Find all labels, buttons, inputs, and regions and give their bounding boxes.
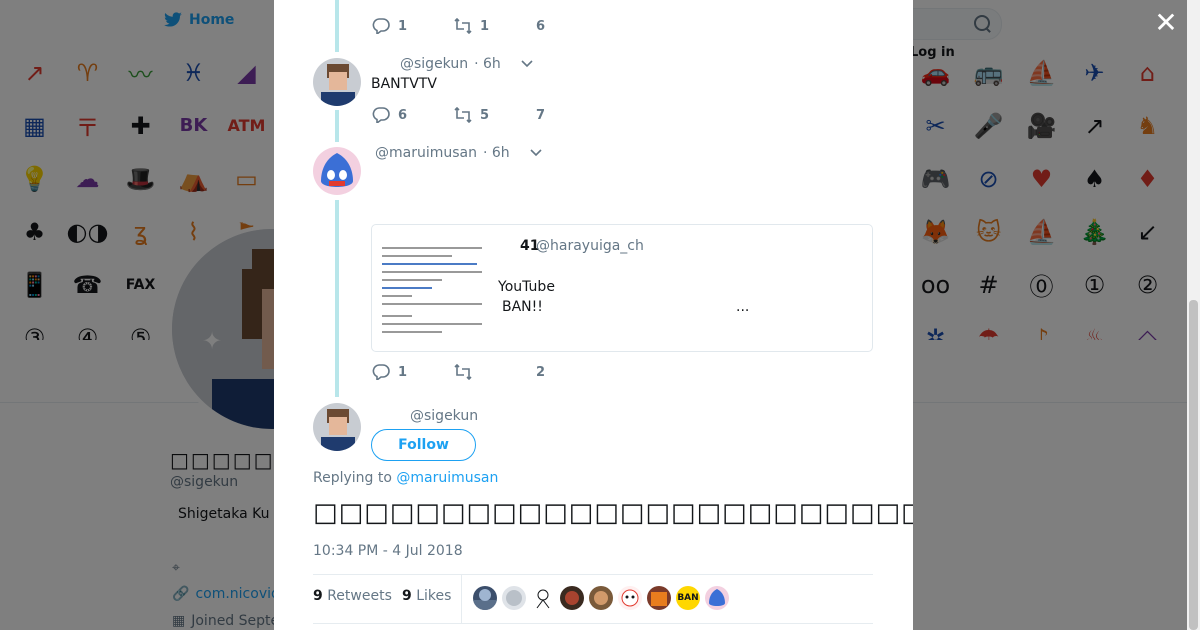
liker-avatar[interactable]	[502, 586, 526, 610]
liker-ban-label: BAN	[677, 593, 699, 603]
quoted-tweet-handle: @harayuiga_ch	[536, 238, 644, 254]
reply-icon	[372, 107, 390, 123]
tweet-actions: 1 2	[372, 364, 618, 380]
thread-line	[335, 200, 339, 397]
reply-count: 1	[398, 18, 408, 34]
reply-count: 1	[398, 364, 408, 380]
reply-button[interactable]: 1	[372, 364, 454, 380]
scrollbar[interactable]	[1187, 0, 1200, 630]
reply-icon	[372, 18, 390, 34]
liker-avatar[interactable]	[560, 586, 584, 610]
retweet-button[interactable]	[454, 364, 536, 380]
chevron-down-icon[interactable]	[530, 149, 542, 157]
tweet-stats: 9 Retweets 9 Likes BAN	[313, 574, 873, 624]
retweet-count: 5	[480, 107, 490, 123]
retweet-button[interactable]: 5	[454, 107, 536, 123]
username[interactable]: @maruimusan	[375, 145, 477, 161]
like-count: 2	[536, 364, 546, 380]
liker-avatar[interactable]	[473, 586, 497, 610]
tweet-modal: 1 1 6 @sigekun · 6h BANTVTV 6 5 7 @marui…	[274, 0, 913, 630]
like-button[interactable]: 2	[536, 365, 618, 380]
quoted-tweet-text-line1: YouTube	[498, 279, 555, 295]
liker-avatar[interactable]	[589, 586, 613, 610]
close-icon[interactable]: ✕	[1154, 9, 1178, 37]
tweet-header: @sigekun · 6h	[400, 56, 533, 72]
tweet-actions: 6 5 7	[372, 107, 618, 123]
retweet-icon	[454, 107, 472, 123]
scrollbar-thumb[interactable]	[1189, 300, 1198, 630]
liker-avatar[interactable]	[531, 586, 555, 610]
liker-avatar[interactable]	[618, 586, 642, 610]
retweet-icon	[454, 364, 472, 380]
replying-prefix: Replying to	[313, 470, 392, 486]
liker-avatar[interactable]	[647, 586, 671, 610]
retweet-button[interactable]: 1	[454, 18, 536, 34]
like-button[interactable]: 6	[536, 19, 618, 34]
avatar[interactable]	[313, 58, 361, 106]
avatar[interactable]	[313, 147, 361, 195]
retweets-count: 9	[313, 588, 323, 604]
retweets-label: Retweets	[327, 588, 392, 604]
retweet-icon	[454, 18, 472, 34]
main-tweet-timestamp[interactable]: 10:34 PM - 4 Jul 2018	[313, 543, 463, 559]
quoted-tweet-image	[382, 243, 486, 335]
tweet-actions: 1 1 6	[372, 18, 618, 34]
quoted-tweet-ellipsis: ...	[736, 299, 750, 315]
like-button[interactable]: 7	[536, 108, 618, 123]
follow-button[interactable]: Follow	[371, 429, 476, 461]
main-tweet-text: □□□□□□□□□□□□□□□□□□□□□□□□□□□□□□□□□□□□□□□□…	[313, 498, 913, 528]
liker-avatars: BAN	[473, 586, 729, 610]
replying-mention[interactable]: @maruimusan	[396, 470, 498, 486]
stats-divider	[461, 575, 462, 623]
reply-count: 6	[398, 107, 408, 123]
liker-avatar-ban[interactable]: BAN	[676, 586, 700, 610]
replying-to: Replying to @maruimusan	[313, 470, 498, 486]
chevron-down-icon[interactable]	[521, 60, 533, 68]
like-count: 7	[536, 107, 546, 123]
tweet-header: @maruimusan · 6h	[375, 145, 542, 161]
retweets-stat[interactable]: 9 Retweets	[313, 588, 392, 604]
thread-line	[335, 0, 339, 52]
main-tweet-header: @sigekun	[410, 408, 478, 424]
tweet-text: BANTVTV	[371, 76, 437, 92]
thread-line	[335, 110, 339, 142]
username[interactable]: @sigekun	[410, 408, 478, 424]
likes-stat[interactable]: 9 Likes	[402, 588, 451, 604]
avatar[interactable]	[313, 403, 361, 451]
username[interactable]: @sigekun	[400, 56, 468, 72]
quoted-tweet[interactable]: 41 @harayuiga_ch YouTube BAN!! ...	[371, 224, 873, 352]
timestamp[interactable]: · 6h	[474, 56, 501, 72]
reply-button[interactable]: 6	[372, 107, 454, 123]
liker-avatar[interactable]	[705, 586, 729, 610]
retweet-count: 1	[480, 18, 490, 34]
quoted-tweet-text-line2: BAN!!	[502, 299, 543, 315]
likes-count: 9	[402, 588, 412, 604]
likes-label: Likes	[416, 588, 452, 604]
like-count: 6	[536, 18, 546, 34]
timestamp[interactable]: · 6h	[483, 145, 510, 161]
reply-button[interactable]: 1	[372, 18, 454, 34]
reply-icon	[372, 364, 390, 380]
